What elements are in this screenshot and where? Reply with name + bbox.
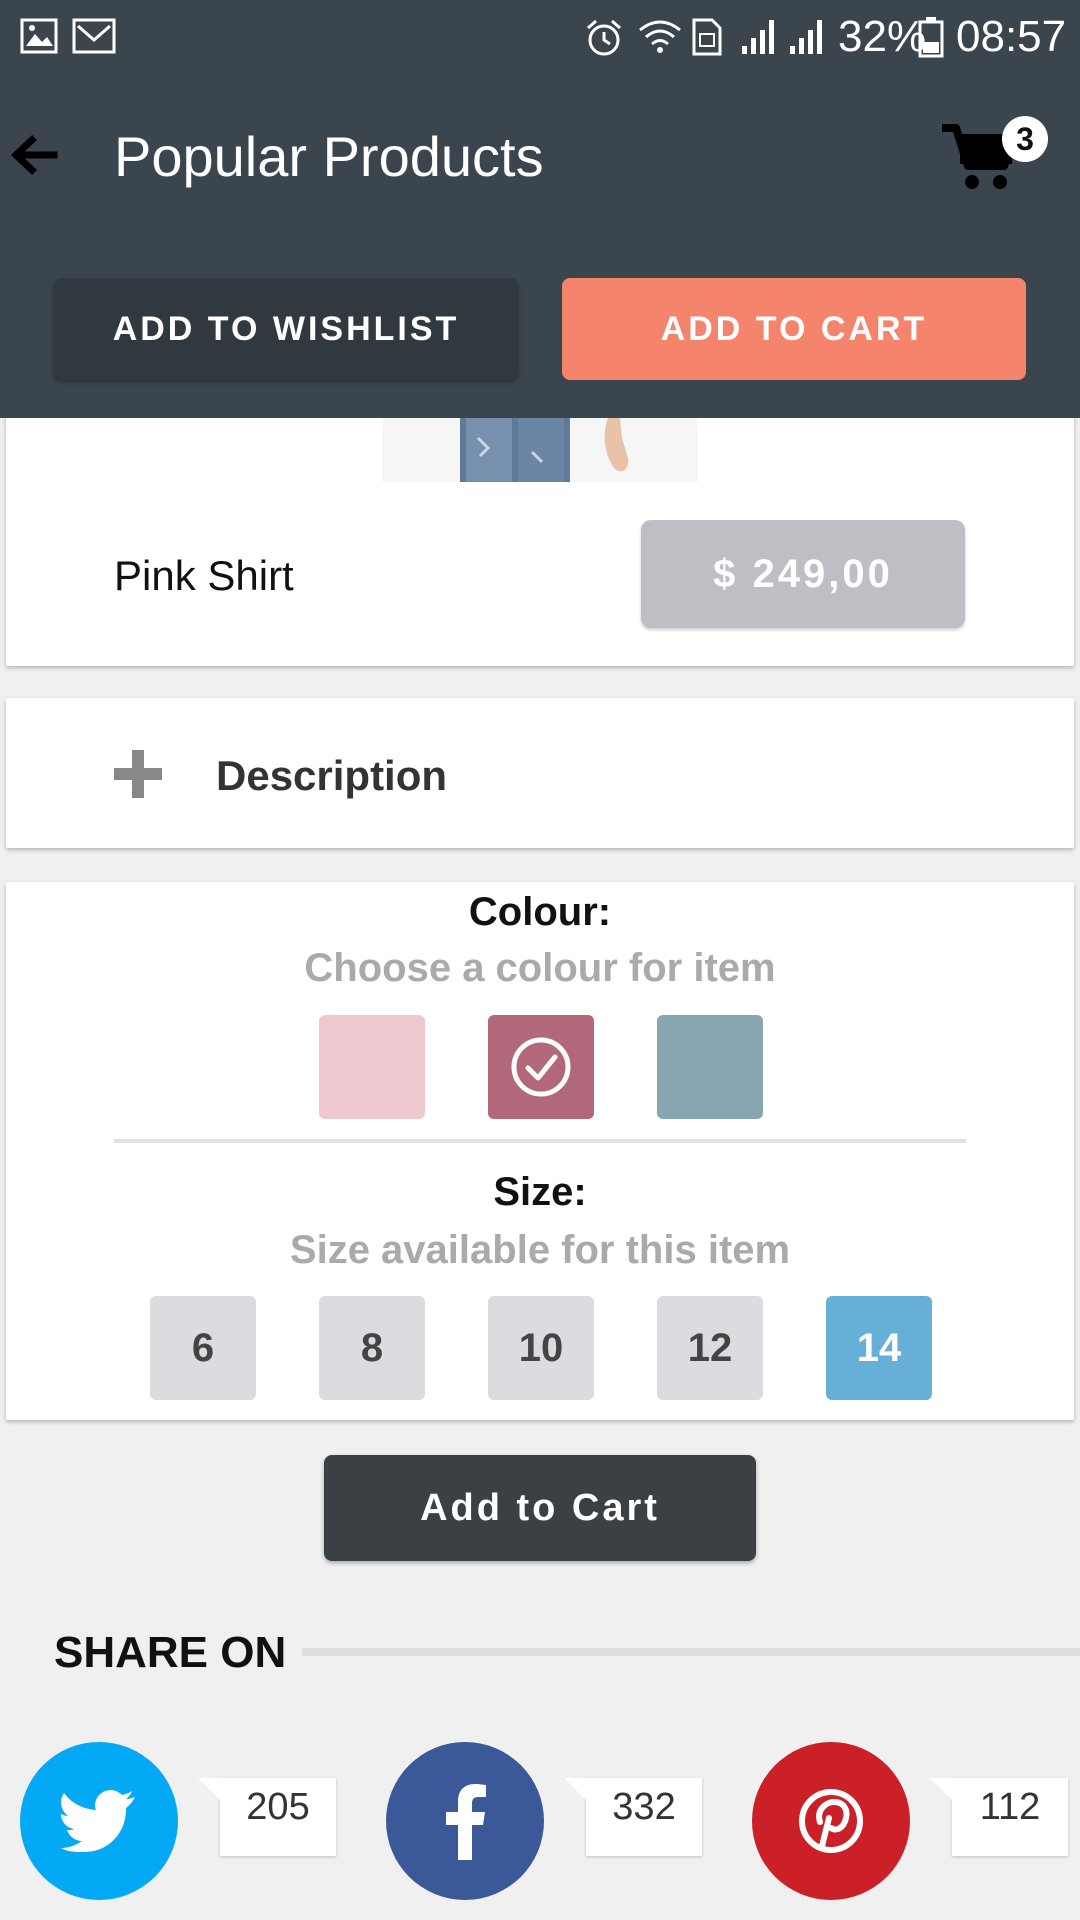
signal-icon-2 [790, 20, 822, 54]
twitter-share-count: 205 [198, 1778, 336, 1856]
pinterest-icon [799, 1789, 863, 1853]
twitter-share-button[interactable] [20, 1742, 178, 1900]
clock: 08:57 [956, 12, 1067, 61]
wifi-icon [639, 20, 681, 53]
app-header: 32% 08:57 Popular Products 3 ADD TO WISH… [0, 0, 1080, 418]
description-card[interactable] [6, 698, 1074, 848]
facebook-share-button[interactable] [386, 1742, 544, 1900]
colour-swatch-pink[interactable] [319, 1015, 425, 1119]
battery-percent: 32% [838, 12, 927, 61]
size-option-12[interactable]: 12 [657, 1296, 763, 1400]
size-title: Size: [493, 1170, 587, 1214]
share-title: SHARE ON [54, 1628, 287, 1677]
options-divider [114, 1139, 966, 1143]
pinterest-share-button[interactable] [752, 1742, 910, 1900]
facebook-share-count: 332 [564, 1778, 702, 1856]
add-to-cart-button[interactable]: Add to Cart [324, 1455, 756, 1561]
facebook-icon [446, 1784, 486, 1860]
price-button[interactable]: $ 249,00 [641, 520, 965, 628]
check-circle-icon [511, 1037, 571, 1097]
size-option-6[interactable]: 6 [150, 1296, 256, 1400]
colour-swatch-blue-grey[interactable] [657, 1015, 763, 1119]
plus-icon[interactable] [114, 750, 162, 798]
cart-button[interactable]: 3 [940, 116, 1050, 198]
colour-swatch-mauve[interactable] [488, 1015, 594, 1119]
back-arrow-icon[interactable] [8, 130, 58, 180]
signal-icon [742, 20, 774, 54]
share-divider [302, 1648, 1080, 1656]
sim-card-icon [692, 18, 722, 56]
twitter-icon [61, 1790, 135, 1852]
add-to-wishlist-button[interactable]: ADD TO WISHLIST [54, 278, 518, 380]
size-option-14[interactable]: 14 [826, 1296, 932, 1400]
pinterest-share-count: 112 [930, 1778, 1068, 1856]
page-title: Popular Products [114, 125, 544, 188]
product-name: Pink Shirt [114, 552, 294, 599]
status-bar: 32% 08:57 [0, 0, 1080, 74]
header-add-to-cart-button[interactable]: ADD TO CART [562, 278, 1026, 380]
cart-count-badge: 3 [1002, 116, 1048, 162]
colour-title: Colour: [468, 890, 612, 934]
size-option-8[interactable]: 8 [319, 1296, 425, 1400]
product-image [382, 418, 698, 482]
colour-subtitle: Choose a colour for item [304, 946, 776, 990]
mail-notification-icon [72, 18, 116, 54]
battery-icon [918, 17, 944, 58]
size-option-10[interactable]: 10 [488, 1296, 594, 1400]
gallery-notification-icon [20, 18, 58, 54]
alarm-icon [587, 19, 621, 56]
size-subtitle: Size available for this item [289, 1228, 791, 1272]
description-label[interactable]: Description [216, 752, 447, 800]
